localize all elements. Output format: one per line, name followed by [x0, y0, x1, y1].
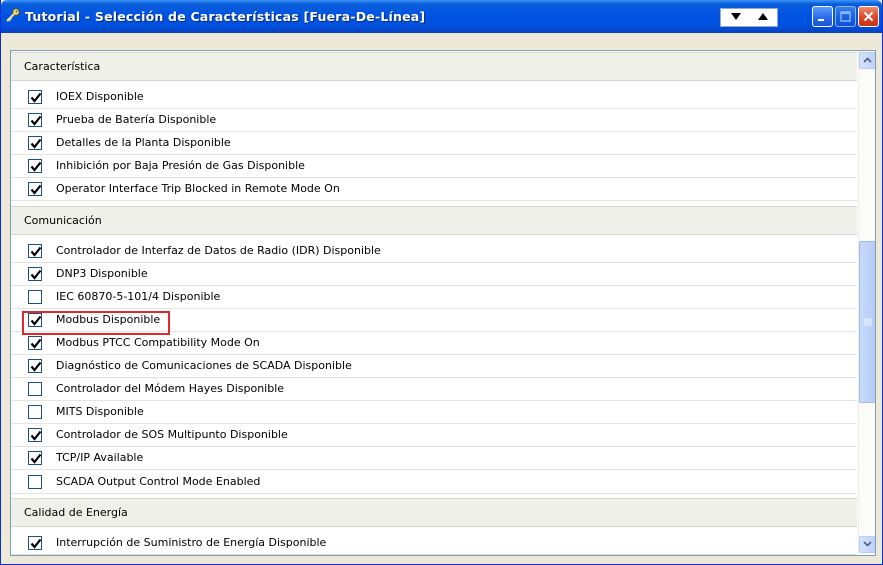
feature-row[interactable]: IEC 60870-5-101/4 Disponible — [11, 286, 857, 309]
feature-checkbox[interactable] — [28, 159, 42, 173]
scroll-up-button[interactable] — [750, 10, 776, 25]
scroll-down-arrow[interactable] — [859, 536, 875, 553]
feature-label: Inhibición por Baja Presión de Gas Dispo… — [56, 159, 305, 172]
feature-checkbox[interactable] — [28, 313, 42, 327]
checkmark-icon — [30, 453, 42, 464]
minimize-icon — [818, 19, 824, 21]
checkmark-icon — [30, 430, 42, 441]
scroll-up-arrow[interactable] — [859, 52, 875, 69]
feature-row[interactable]: Controlador de Interfaz de Datos de Radi… — [11, 240, 857, 263]
feature-checkbox[interactable] — [28, 136, 42, 150]
feature-row[interactable]: Interrupción de Suministro de Energía Di… — [11, 532, 857, 555]
feature-label: IOEX Disponible — [56, 90, 144, 103]
scroll-down-button[interactable] — [723, 10, 749, 25]
feature-row[interactable]: Inhibición por Baja Presión de Gas Dispo… — [11, 155, 857, 178]
feature-label: DNP3 Disponible — [56, 267, 148, 280]
feature-label: MITS Disponible — [56, 405, 144, 418]
feature-row[interactable]: Prueba de Batería Disponible — [11, 109, 857, 132]
chevron-down-icon — [863, 541, 872, 547]
feature-row[interactable]: MITS Disponible — [11, 401, 857, 424]
section-header: Comunicación — [11, 205, 857, 235]
checkmark-icon — [30, 92, 42, 103]
close-button[interactable] — [858, 6, 879, 27]
feature-checkbox[interactable] — [28, 475, 42, 489]
section-header-label: Calidad de Energía — [24, 505, 128, 519]
feature-checkbox[interactable] — [28, 267, 42, 281]
section-header-label: Comunicación — [24, 213, 102, 227]
feature-row[interactable]: IOEX Disponible — [11, 86, 857, 109]
feature-label: Modbus Disponible — [56, 313, 161, 326]
title-bar[interactable]: Tutorial - Selección de Características … — [1, 0, 882, 33]
feature-row[interactable]: Operator Interface Trip Blocked in Remot… — [11, 178, 857, 201]
feature-row[interactable]: Modbus Disponible — [11, 309, 857, 332]
chevron-up-icon — [863, 57, 872, 63]
feature-label: Diagnóstico de Comunicaciones de SCADA D… — [56, 359, 352, 372]
feature-label: Controlador del Módem Hayes Disponible — [56, 382, 285, 395]
feature-checkbox[interactable] — [28, 359, 42, 373]
feature-checkbox[interactable] — [28, 428, 42, 442]
feature-row[interactable]: Controlador del Módem Hayes Disponible — [11, 378, 857, 401]
feature-label: Interrupción de Suministro de Energía Di… — [56, 536, 327, 549]
feature-row[interactable]: Detalles de la Planta Disponible — [11, 132, 857, 155]
feature-checkbox[interactable] — [28, 113, 42, 127]
feature-list-frame: Característica IOEX Disponible Prueba de B… — [10, 50, 876, 556]
feature-checkbox[interactable] — [28, 90, 42, 104]
checkmark-icon — [30, 184, 42, 195]
feature-row[interactable]: DNP3 Disponible — [11, 263, 857, 286]
window-title: Tutorial - Selección de Características … — [25, 9, 426, 24]
feature-label: Controlador de SOS Multipunto Disponible — [56, 428, 288, 441]
vertical-scrollbar[interactable] — [858, 51, 875, 555]
feature-list: Característica IOEX Disponible Prueba de B… — [11, 51, 857, 555]
feature-label: SCADA Output Control Mode Enabled — [56, 475, 261, 488]
checkmark-icon — [30, 246, 42, 257]
feature-label: Prueba de Batería Disponible — [56, 113, 217, 126]
feature-checkbox[interactable] — [28, 405, 42, 419]
feature-label: IEC 60870-5-101/4 Disponible — [56, 290, 221, 303]
checkmark-icon — [30, 538, 42, 549]
checkmark-icon — [30, 161, 42, 172]
feature-checkbox[interactable] — [28, 182, 42, 196]
feature-row[interactable]: Modbus PTCC Compatibility Mode On — [11, 332, 857, 355]
feature-row[interactable]: Controlador de SOS Multipunto Disponible — [11, 424, 857, 447]
section-nav-buttons — [720, 8, 778, 27]
checkmark-icon — [30, 338, 42, 349]
minimize-button[interactable] — [812, 6, 833, 27]
section-header: Calidad de Energía — [11, 497, 857, 527]
key-app-icon — [6, 8, 20, 22]
feature-row[interactable]: Diagnóstico de Comunicaciones de SCADA D… — [11, 355, 857, 378]
main-window: Tutorial - Selección de Características … — [0, 0, 883, 565]
checkmark-icon — [30, 315, 42, 326]
feature-label: Controlador de Interfaz de Datos de Radi… — [56, 244, 381, 257]
feature-label: Detalles de la Planta Disponible — [56, 136, 231, 149]
feature-checkbox[interactable] — [28, 290, 42, 304]
feature-label: Operator Interface Trip Blocked in Remot… — [56, 182, 340, 195]
section-header: Característica — [11, 52, 857, 81]
checkmark-icon — [30, 115, 42, 126]
scrollbar-thumb[interactable] — [859, 241, 875, 403]
maximize-button[interactable] — [835, 6, 856, 27]
feature-checkbox[interactable] — [28, 536, 42, 550]
maximize-icon — [840, 11, 851, 22]
feature-checkbox[interactable] — [28, 244, 42, 258]
feature-label: TCP/IP Available — [56, 451, 144, 464]
feature-row[interactable]: TCP/IP Available — [11, 447, 857, 470]
feature-checkbox[interactable] — [28, 451, 42, 465]
section-header-label: Característica — [24, 60, 101, 73]
triangle-up-icon — [758, 13, 768, 20]
checkmark-icon — [30, 138, 42, 149]
feature-checkbox[interactable] — [28, 336, 42, 350]
checkmark-icon — [30, 361, 42, 372]
feature-label: Modbus PTCC Compatibility Mode On — [56, 336, 260, 349]
feature-checkbox[interactable] — [28, 382, 42, 396]
checkmark-icon — [30, 269, 42, 280]
grip-icon — [864, 318, 872, 326]
close-icon — [863, 11, 874, 22]
triangle-down-icon — [731, 13, 741, 20]
feature-row[interactable]: SCADA Output Control Mode Enabled — [11, 471, 857, 494]
